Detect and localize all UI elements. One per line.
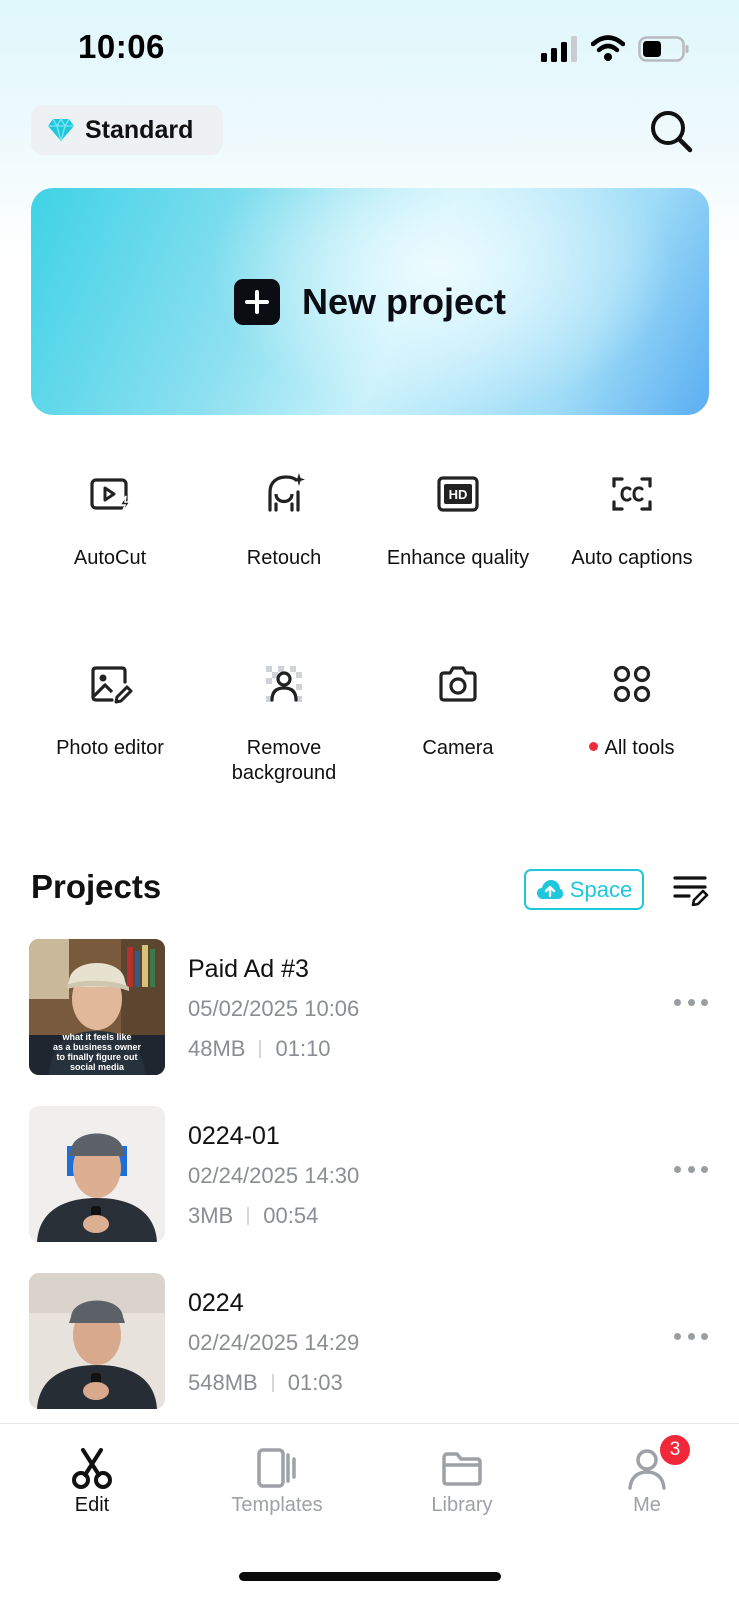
tool-all-tools[interactable]: All tools — [545, 660, 719, 790]
project-date: 02/24/2025 14:29 — [188, 1330, 360, 1355]
tool-camera[interactable]: Camera — [371, 660, 545, 790]
tool-label: All tools — [604, 737, 675, 759]
tool-remove-background[interactable]: Remove background — [197, 660, 371, 790]
project-size: 48MB — [188, 1036, 246, 1061]
more-options-icon[interactable] — [674, 1333, 708, 1345]
meta-divider — [259, 1040, 262, 1058]
project-item[interactable]: 0224-01 02/24/2025 14:30 3MB 00:54 — [29, 1106, 709, 1242]
project-date: 02/24/2025 14:30 — [188, 1163, 360, 1188]
project-meta: 48MB 01:10 — [188, 1036, 331, 1062]
diamond-icon — [48, 118, 74, 142]
tool-photo-editor[interactable]: Photo editor — [23, 660, 197, 790]
captions-icon — [612, 477, 652, 511]
tool-retouch[interactable]: Retouch — [197, 470, 371, 600]
templates-icon — [257, 1448, 296, 1488]
wifi-icon — [591, 35, 625, 61]
new-project-label: New project — [301, 280, 507, 322]
folder-icon — [442, 1452, 482, 1486]
grid-icon — [613, 665, 651, 703]
svg-text:HD: HD — [449, 487, 468, 502]
project-size: 548MB — [188, 1370, 258, 1395]
autocut-icon — [90, 478, 132, 514]
project-name: 0224-01 — [188, 1122, 280, 1150]
tool-label: Photo editor — [56, 737, 164, 759]
project-duration: 01:03 — [287, 1370, 343, 1395]
tab-label: Templates — [231, 1494, 323, 1516]
retouch-icon — [268, 473, 305, 512]
projects-title: Projects — [31, 868, 162, 905]
tool-auto-captions[interactable]: Auto captions — [545, 470, 719, 600]
svg-text:as a business owner: as a business owner — [53, 1042, 142, 1052]
project-duration: 01:10 — [275, 1036, 331, 1061]
hd-icon: HD — [437, 476, 479, 512]
tools-grid: AutoCut Retouch HD Enhance quality Auto … — [23, 470, 723, 790]
project-item[interactable]: 0224 02/24/2025 14:29 548MB 01:03 — [29, 1273, 709, 1409]
project-date: 05/02/2025 10:06 — [188, 996, 360, 1021]
search-icon[interactable] — [648, 108, 694, 154]
plan-label: Standard — [85, 115, 194, 144]
status-time: 10:06 — [78, 28, 165, 65]
status-bar: 10:06 — [0, 0, 739, 100]
meta-divider — [271, 1374, 274, 1392]
remove-bg-icon — [266, 666, 302, 702]
project-thumbnail: what it feels like as a business owner t… — [29, 939, 165, 1075]
more-options-icon[interactable] — [674, 999, 708, 1011]
meta-divider — [247, 1207, 250, 1225]
space-button[interactable]: Space — [524, 869, 644, 910]
plus-icon — [233, 278, 280, 325]
project-meta: 548MB 01:03 — [188, 1370, 343, 1396]
project-size: 3MB — [188, 1203, 234, 1228]
tab-label: Me — [633, 1494, 661, 1516]
project-meta: 3MB 00:54 — [188, 1203, 318, 1229]
plan-badge[interactable]: Standard — [31, 105, 223, 155]
tool-autocut[interactable]: AutoCut — [23, 470, 197, 600]
svg-text:to finally figure out: to finally figure out — [57, 1052, 138, 1062]
tab-library[interactable]: Library — [402, 1446, 522, 1517]
project-thumbnail — [29, 1106, 165, 1242]
new-indicator-dot — [589, 742, 599, 752]
tool-label: Remove background — [231, 737, 337, 784]
project-item[interactable]: what it feels like as a business owner t… — [29, 939, 709, 1075]
tab-me[interactable]: Me 3 — [587, 1433, 707, 1517]
tool-label-wrap: All tools — [589, 736, 675, 761]
tab-label: Library — [431, 1494, 493, 1516]
project-name: 0224 — [188, 1289, 244, 1317]
tool-label: Retouch — [246, 547, 322, 569]
tab-edit[interactable]: Edit — [32, 1446, 152, 1517]
tab-label: Edit — [74, 1494, 110, 1516]
project-duration: 00:54 — [263, 1203, 319, 1228]
battery-icon — [638, 36, 689, 62]
tool-label: Camera — [422, 737, 494, 759]
tool-label: AutoCut — [73, 547, 147, 569]
new-project-button[interactable]: New project — [31, 188, 709, 415]
cloud-upload-icon — [536, 879, 563, 899]
cellular-signal-icon — [541, 36, 577, 62]
project-name: Paid Ad #3 — [188, 955, 309, 983]
more-options-icon[interactable] — [674, 1166, 708, 1178]
camera-icon — [439, 666, 477, 702]
tool-enhance-quality[interactable]: HD Enhance quality — [371, 470, 545, 600]
project-thumbnail — [29, 1273, 165, 1409]
svg-text:social media: social media — [70, 1062, 125, 1072]
space-label: Space — [569, 876, 633, 902]
notification-badge: 3 — [658, 1433, 692, 1467]
home-indicator[interactable] — [239, 1572, 501, 1581]
svg-text:what it feels like: what it feels like — [61, 1032, 131, 1042]
tab-templates[interactable]: Templates — [217, 1446, 337, 1517]
scissors-icon — [72, 1448, 112, 1489]
tool-label: Enhance quality — [386, 547, 530, 569]
tool-label: Auto captions — [571, 547, 693, 569]
list-edit-icon[interactable] — [673, 874, 709, 906]
photo-edit-icon — [91, 666, 133, 704]
